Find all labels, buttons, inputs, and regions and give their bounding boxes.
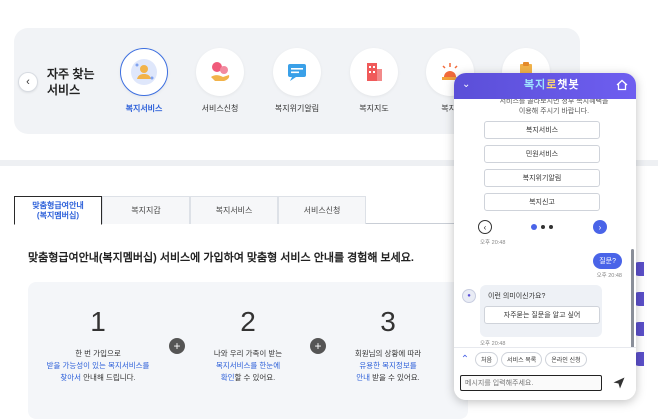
service-label: 복지위기알림 [274,104,320,113]
chat-scrollbar[interactable] [631,249,634,347]
service-label: 서비스신청 [201,104,239,113]
step-line: 한 번 가입으로 [75,349,121,358]
bot-avatar-icon: ● [462,289,476,303]
carousel-dot[interactable] [541,225,545,229]
membership-tabs: 맞춤형급여안내 (복지멤버십) 복지지갑 복지서비스 서비스신청 [14,196,454,225]
plus-icon: + [310,338,326,354]
chat-input-row [460,375,630,393]
step-line-highlight: 확인 [220,373,235,382]
send-icon[interactable] [612,376,626,390]
message-timestamp: 오후 20:48 [480,240,506,246]
tab-label: 복지지갑 [131,205,161,215]
plus-icon: + [169,338,185,354]
step-number: 1 [90,306,106,337]
chat-carousel-nav: ‹ › [478,219,607,235]
chat-option-civil-service[interactable]: 민원서비스 [484,145,600,163]
chat-message-input[interactable] [460,375,602,391]
bot-question-text: 이런 의미이신가요? [488,293,546,300]
tab-label: 복지서비스 [215,205,253,215]
carousel-dot-active[interactable] [531,224,537,230]
tab-custom-benefit[interactable]: 맞춤형급여안내 (복지멤버십) [14,196,102,225]
bot-message-text: 서비스를 골라보시면 정부 복지혜택을 이용해 주시기 바랍니다. [484,99,624,117]
step-2: 2 나와 우리 가족이 받는 복지서비스를 한눈에 확인할 수 있어요. [178,282,318,419]
bot-message-line: 이용해 주시기 바랍니다. [518,108,590,115]
logo-part: 챗봇 [557,79,580,91]
chevron-right-icon[interactable]: › [593,220,607,234]
chatbot-header: ⌄ 복지로챗봇 [454,73,636,99]
chatbot-window: ⌄ 복지로챗봇 서비스를 골라보시면 정부 복지혜택을 이용해 주시기 바랍니다… [454,73,636,400]
hand-coin-icon [196,48,244,96]
carousel-dot[interactable] [549,225,553,229]
chip-start[interactable]: 처음 [475,352,499,367]
message-alert-icon [273,48,321,96]
step-line: 회원님의 상황에 따라 [354,349,422,358]
service-label: 복지지도 [359,104,389,113]
bot-message-line: 서비스를 골라보시면 정부 복지혜택을 [499,99,609,105]
chip-online-apply[interactable]: 온라인 신청 [545,352,587,367]
tab-label-sub: (복지멤버십) [36,210,80,220]
step-number: 2 [240,306,256,337]
frequent-title-line2: 서비스 [47,83,81,97]
membership-headline: 맞춤형급여안내(복지멤버십) 서비스에 가입하여 맞춤형 서비스 안내를 경험해… [28,252,414,264]
tab-service-apply[interactable]: 서비스신청 [278,196,366,224]
step-1: 1 한 번 가입으로 받을 가능성이 있는 복지서비스를 찾아서 안내해 드립니… [28,282,168,419]
message-timestamp: 오후 20:48 [596,273,622,279]
service-item-welfare[interactable]: 복지서비스 [108,48,180,114]
chevron-left-icon[interactable]: ‹ [18,72,38,92]
step-line: 안내해 드립니다. [81,373,136,382]
step-line: 나와 우리 가족이 받는 [213,349,283,358]
step-line-highlight: 찾아서 [60,373,82,382]
step-line-highlight: 유용한 복지정보를 [359,361,417,370]
bot-message: 이런 의미이신가요? 자주묻는 질문을 알고 싶어 [480,285,602,337]
service-item-map[interactable]: 복지지도 [338,48,410,114]
step-line: 할 수 있어요. [234,373,276,382]
tab-label: 맞춤형급여안내 [32,200,84,210]
step-number: 3 [380,306,396,337]
chatbot-footer: ⌃ 처음 서비스 목록 온라인 신청 [454,347,636,400]
step-text: 나와 우리 가족이 받는 복지서비스를 한눈에 확인할 수 있어요. [178,348,318,384]
chatbot-messages: 서비스를 골라보시면 정부 복지혜택을 이용해 주시기 바랍니다. 복지서비스 … [454,99,636,347]
chevron-left-icon[interactable]: ‹ [478,220,492,234]
user-message: 질문? [593,253,622,269]
chatbot-logo: 복지로챗봇 [524,76,580,92]
service-label: 복지서비스 [125,104,163,113]
frequent-services-title: 자주 찾는 서비스 [47,66,107,98]
tab-welfare-service[interactable]: 복지서비스 [190,196,278,224]
step-text: 한 번 가입으로 받을 가능성이 있는 복지서비스를 찾아서 안내해 드립니다. [28,348,168,384]
tab-label: 서비스신청 [303,205,341,215]
quick-reply-chips: ⌃ 처음 서비스 목록 온라인 신청 [458,352,587,367]
service-item-alert[interactable]: 복지위기알림 [261,48,333,114]
chevron-up-icon[interactable]: ⌃ [458,353,472,367]
chat-option-welfare-service[interactable]: 복지서비스 [484,121,600,139]
message-timestamp: 오후 20:48 [480,341,506,347]
frequent-title-line1: 자주 찾는 [47,67,95,81]
chevron-down-icon[interactable]: ⌄ [462,79,470,90]
step-line-highlight: 받을 가능성이 있는 복지서비스를 [46,361,150,370]
map-building-icon [350,48,398,96]
step-line-highlight: 안내 [356,373,371,382]
people-icon [120,48,168,96]
logo-part: 로 [546,79,558,91]
carousel-dots [531,224,553,230]
suggested-question-button[interactable]: 자주묻는 질문을 알고 싶어 [484,306,600,324]
step-line-highlight: 복지서비스를 한눈에 [215,361,281,370]
logo-part: 복지 [524,79,547,91]
chat-option-report[interactable]: 복지신고 [484,193,600,211]
tab-welfare-wallet[interactable]: 복지지갑 [102,196,190,224]
step-3: 3 회원님의 상황에 따라 유용한 복지정보를 안내 받을 수 있어요. [318,282,458,419]
step-text: 회원님의 상황에 따라 유용한 복지정보를 안내 받을 수 있어요. [318,348,458,384]
membership-steps-card: 1 한 번 가입으로 받을 가능성이 있는 복지서비스를 찾아서 안내해 드립니… [28,282,468,419]
step-line: 받을 수 있어요. [370,373,420,382]
chip-service-list[interactable]: 서비스 목록 [501,352,543,367]
home-icon[interactable] [616,78,628,96]
chat-option-crisis-alert[interactable]: 복지위기알림 [484,169,600,187]
service-item-apply[interactable]: 서비스신청 [184,48,256,114]
